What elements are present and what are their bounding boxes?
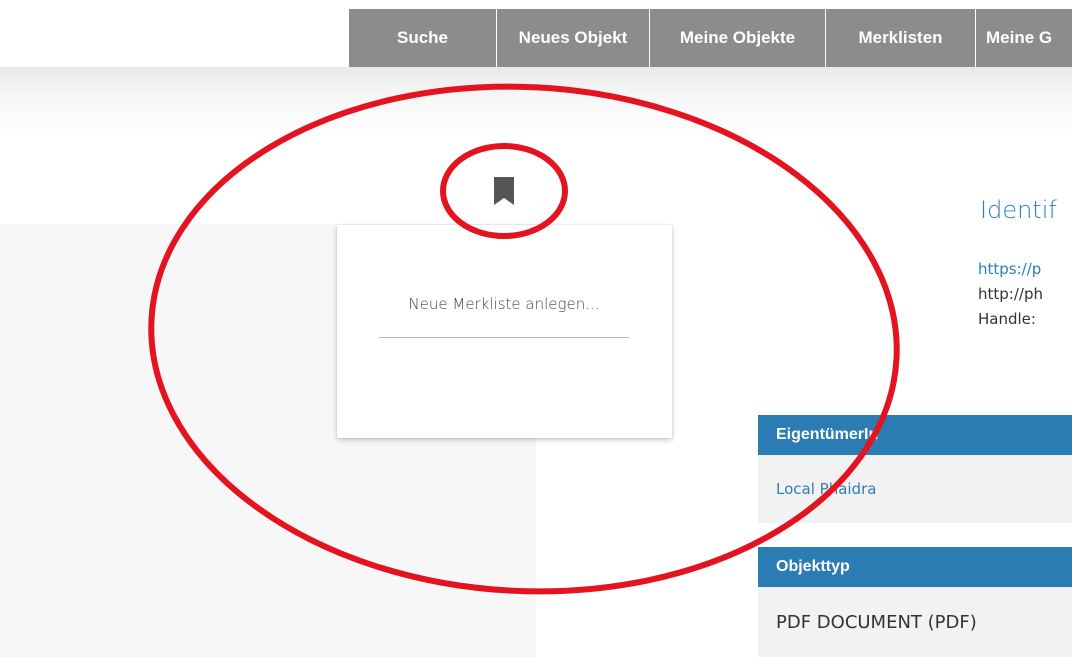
object-type-header: Objekttyp [758,547,1072,587]
owner-header: EigentümerIn [758,415,1072,455]
bookmark-icon[interactable] [492,175,516,207]
new-bookmark-list-label: Neue Merkliste anlegen... [408,295,600,313]
new-bookmark-list-item[interactable]: Neue Merkliste anlegen... [379,283,629,338]
nav-item-merklisten[interactable]: Merklisten [826,9,976,67]
identifier-handle: Handle: [978,310,1036,328]
identifier-url: http://ph [978,285,1043,303]
top-navigation: Suche Neues Objekt Meine Objekte Merklis… [349,9,1072,67]
nav-item-meine-gruppen[interactable]: Meine G [976,9,1072,67]
bookmark-dropdown: Neue Merkliste anlegen... [337,225,672,438]
owner-value: Local Phaidra [758,455,1072,523]
nav-item-meine-objekte[interactable]: Meine Objekte [650,9,826,67]
nav-item-neues-objekt[interactable]: Neues Objekt [497,9,650,67]
header-shadow [0,67,1072,137]
identifiers-title: Identif [980,196,1057,224]
owner-link[interactable]: Local Phaidra [776,480,876,498]
nav-item-suche[interactable]: Suche [349,9,497,67]
identifier-link[interactable]: https://p [978,260,1041,278]
object-type-value: PDF DOCUMENT (PDF) [758,587,1072,657]
